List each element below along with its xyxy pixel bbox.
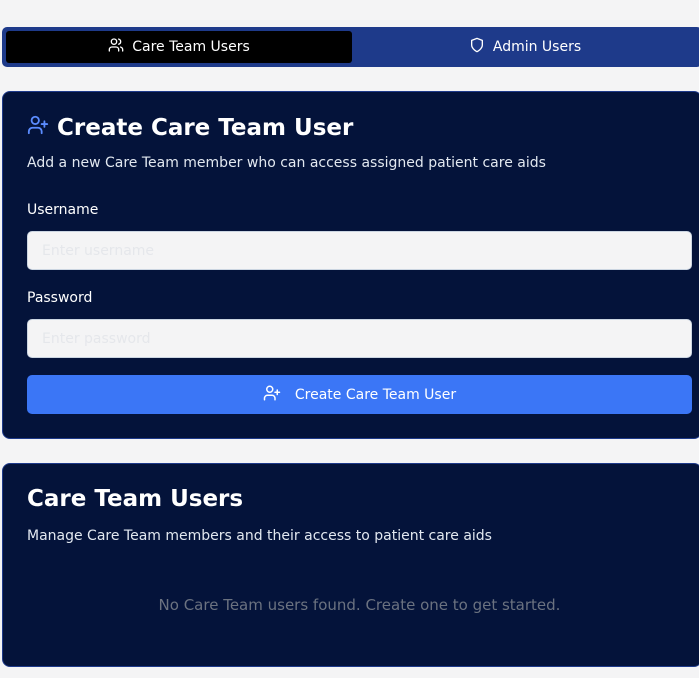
username-input[interactable] — [27, 231, 692, 270]
create-user-button[interactable]: Create Care Team User — [27, 375, 692, 414]
user-type-tabs: Care Team Users Admin Users — [2, 27, 699, 67]
empty-state-message: No Care Team users found. Create one to … — [158, 596, 561, 614]
password-label: Password — [27, 290, 93, 306]
user-plus-icon — [27, 114, 49, 142]
care-team-users-card: Care Team Users Manage Care Team members… — [2, 463, 699, 667]
username-label: Username — [27, 202, 99, 218]
tab-admin-users[interactable]: Admin Users — [352, 31, 698, 63]
list-card-title: Care Team Users — [27, 486, 243, 512]
password-input[interactable] — [27, 319, 692, 358]
tab-care-team-users[interactable]: Care Team Users — [6, 31, 352, 63]
list-card-description: Manage Care Team members and their acces… — [27, 528, 492, 544]
page-title: Create Care Team User — [57, 115, 354, 141]
users-icon — [108, 37, 124, 57]
create-card-title: Create Care Team User — [27, 114, 353, 142]
create-user-button-label: Create Care Team User — [294, 386, 457, 403]
create-user-card: Create Care Team User Add a new Care Tea… — [2, 91, 699, 439]
create-card-description: Add a new Care Team member who can acces… — [27, 155, 546, 171]
user-plus-icon — [263, 384, 281, 406]
tab-label: Care Team Users — [132, 39, 250, 55]
shield-icon — [469, 37, 485, 57]
tab-label: Admin Users — [492, 39, 582, 55]
section-title: Care Team Users — [27, 486, 244, 512]
